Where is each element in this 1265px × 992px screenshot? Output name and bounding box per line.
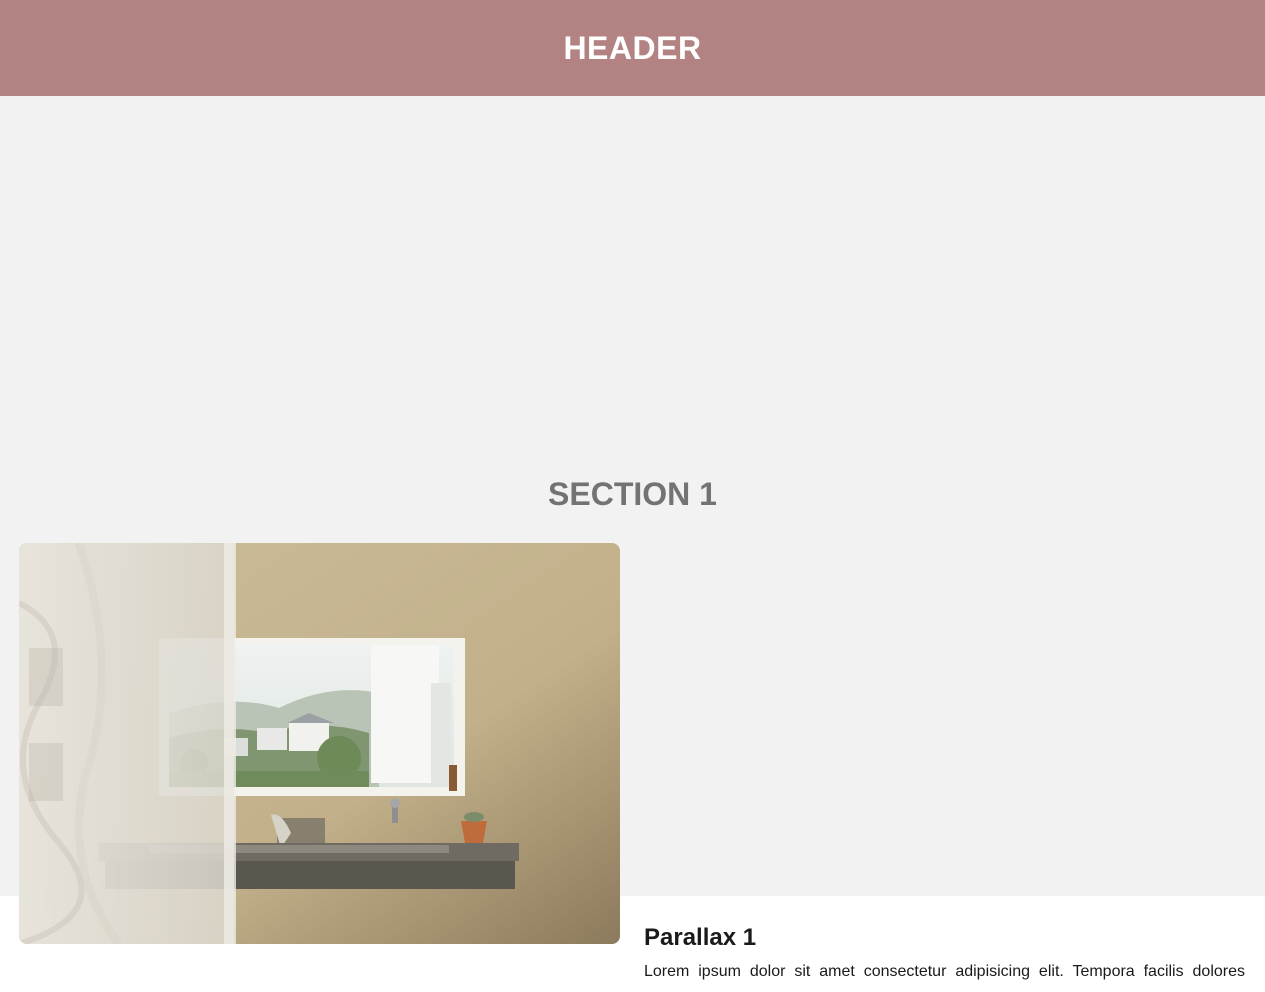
parallax-text: Parallax 1 Lorem ipsum dolor sit amet co… <box>644 924 1245 984</box>
parallax-heading: Parallax 1 <box>644 924 757 951</box>
parallax-image <box>19 543 620 944</box>
section-title: SECTION 1 <box>548 476 717 512</box>
parallax-body: Lorem ipsum dolor sit amet consectetur a… <box>644 963 1245 980</box>
header-title: HEADER <box>563 29 702 66</box>
page-header: HEADER <box>0 0 1265 96</box>
